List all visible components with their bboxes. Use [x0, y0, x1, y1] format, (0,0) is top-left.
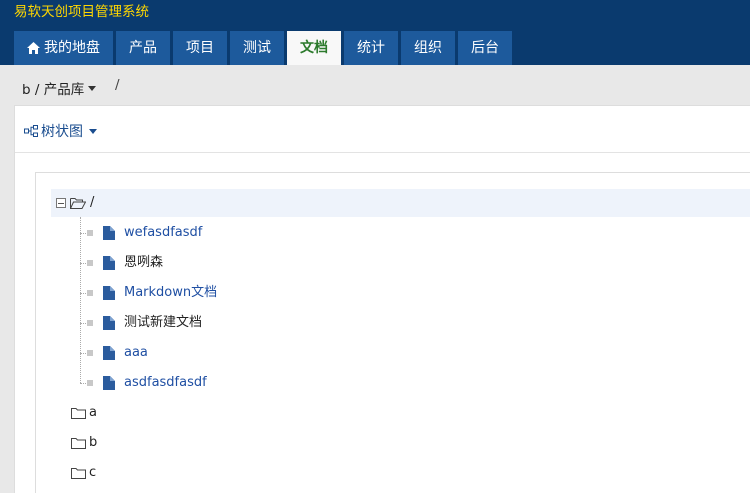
- tree-leaf-marker: [87, 290, 93, 296]
- doc-link[interactable]: asdfasdfasdf: [124, 373, 207, 393]
- product-selector-label: b / 产品库: [22, 82, 85, 98]
- app-title: 易软天创项目管理系统: [14, 4, 149, 20]
- folder-label[interactable]: a: [89, 403, 97, 423]
- tree-root-row[interactable]: [51, 189, 750, 217]
- panel-header: 树状图: [15, 106, 750, 153]
- tab-label: 文档: [300, 40, 328, 56]
- tab-label: 项目: [186, 40, 214, 56]
- file-icon: [103, 346, 115, 360]
- doc-link[interactable]: wefasdfasdf: [124, 223, 202, 243]
- tab-label: 产品: [129, 40, 157, 56]
- tab-project[interactable]: 项目: [173, 31, 227, 65]
- tab-label: 后台: [471, 40, 499, 56]
- file-icon: [103, 316, 115, 330]
- doc-node[interactable]: asdfasdfasdf: [124, 373, 207, 393]
- view-switch-dropdown[interactable]: 树状图: [24, 121, 97, 141]
- folder-node[interactable]: b: [89, 433, 97, 453]
- folder-icon: [71, 408, 86, 419]
- tab-doc[interactable]: 文档: [287, 31, 341, 65]
- tab-my-dashboard[interactable]: 我的地盘: [14, 31, 113, 65]
- tree-leaf-marker: [87, 230, 93, 236]
- file-icon: [103, 226, 115, 240]
- tab-admin[interactable]: 后台: [458, 31, 512, 65]
- tree-leaf-marker: [87, 320, 93, 326]
- folder-label[interactable]: c: [89, 463, 96, 483]
- breadcrumb-path: /: [115, 77, 120, 93]
- tab-company[interactable]: 组织: [401, 31, 455, 65]
- file-icon: [103, 256, 115, 270]
- tree-leaf-marker: [87, 380, 93, 386]
- file-icon: [103, 376, 115, 390]
- home-icon: [27, 42, 40, 54]
- folder-icon: [71, 468, 86, 479]
- doc-node[interactable]: aaa: [124, 343, 148, 363]
- doc-link[interactable]: Markdown文档: [124, 283, 217, 303]
- doc-node[interactable]: Markdown文档: [124, 283, 217, 303]
- tab-label: 组织: [414, 40, 442, 56]
- view-switch-label: 树状图: [41, 124, 83, 140]
- doc-node[interactable]: wefasdfasdf: [124, 223, 202, 243]
- tree-leaf-marker: [87, 260, 93, 266]
- app-header: 易软天创项目管理系统 我的地盘 产品 项目 测试 文档 统计 组织 后台: [0, 0, 750, 65]
- tab-product[interactable]: 产品: [116, 31, 170, 65]
- doc-node[interactable]: 测试新建文档: [124, 313, 202, 333]
- tree-root-node[interactable]: /: [56, 193, 94, 213]
- tree-leaf-marker: [87, 350, 93, 356]
- collapse-icon[interactable]: [56, 198, 66, 208]
- tab-label: 我的地盘: [44, 40, 100, 56]
- tree-root-label: /: [90, 195, 95, 210]
- doc-tree: / wefasdfasdf 恩咧森 Markdown文档 测试新建文档 aaa …: [35, 172, 750, 493]
- doc-panel: 树状图 / wefasdfasdf 恩咧森 Markdown文档 测试新建文档: [14, 105, 750, 493]
- tree-guide-line: [80, 217, 81, 383]
- file-icon: [103, 286, 115, 300]
- doc-node[interactable]: 恩咧森: [124, 253, 163, 273]
- folder-node[interactable]: c: [89, 463, 96, 483]
- tab-test[interactable]: 测试: [230, 31, 284, 65]
- folder-open-icon: [70, 198, 86, 209]
- product-selector[interactable]: b / 产品库: [22, 78, 97, 98]
- tab-label: 测试: [243, 40, 271, 56]
- folder-icon: [71, 438, 86, 449]
- doc-link[interactable]: 测试新建文档: [124, 313, 202, 333]
- folder-label[interactable]: b: [89, 433, 97, 453]
- folder-node[interactable]: a: [89, 403, 97, 423]
- doc-link[interactable]: 恩咧森: [124, 253, 163, 273]
- tab-label: 统计: [357, 40, 385, 56]
- main-nav: 我的地盘 产品 项目 测试 文档 统计 组织 后台: [14, 31, 515, 65]
- caret-down-icon: [89, 128, 97, 134]
- tree-view-icon: [24, 125, 38, 137]
- tab-report[interactable]: 统计: [344, 31, 398, 65]
- breadcrumb: b / 产品库 /: [0, 65, 750, 105]
- caret-down-icon: [88, 85, 97, 91]
- doc-link[interactable]: aaa: [124, 343, 148, 363]
